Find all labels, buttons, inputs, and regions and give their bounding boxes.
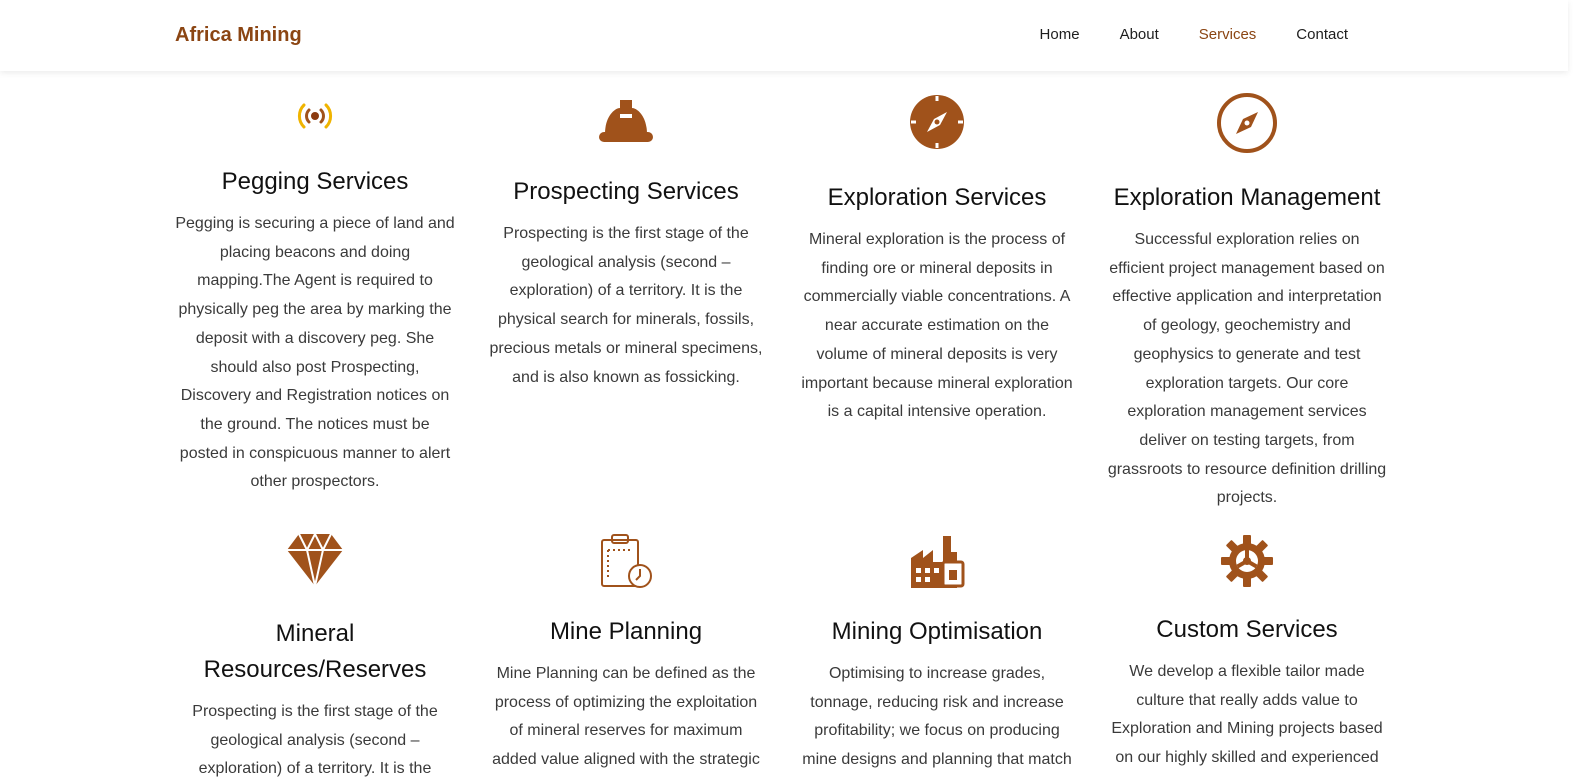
- factory-icon: [911, 536, 965, 588]
- brand-logo[interactable]: Africa Mining: [175, 22, 302, 48]
- service-title: Pegging Services: [221, 168, 409, 195]
- service-title: Exploration Services: [827, 184, 1047, 211]
- nav-menu: Home About Services Contact: [1020, 24, 1368, 46]
- service-description: Mine Planning can be defined as the proc…: [492, 665, 760, 769]
- service-card-prospecting: Prospecting Services Prospecting is the …: [481, 98, 771, 392]
- service-title: Mining Optimisation: [831, 618, 1043, 645]
- nav-home[interactable]: Home: [1020, 24, 1100, 46]
- service-description: Prospecting is the first stage of the ge…: [489, 225, 763, 386]
- broadcast-signal-icon: [297, 103, 333, 129]
- nav-about[interactable]: About: [1100, 24, 1179, 46]
- service-description: Optimising to increase grades, tonnage, …: [802, 665, 1072, 769]
- nav-services[interactable]: Services: [1179, 24, 1277, 46]
- service-description: We develop a flexible tailor made cultur…: [1111, 663, 1383, 767]
- gear-icon: [1221, 535, 1273, 587]
- service-card-mine-planning: Mine Planning Mine Planning can be defin…: [481, 532, 771, 775]
- compass-filled-icon: [910, 95, 964, 149]
- service-description: Successful exploration relies on efficie…: [1107, 231, 1387, 507]
- top-navbar: Africa Mining Home About Services Contac…: [0, 0, 1568, 71]
- service-description: Prospecting is the first stage of the ge…: [192, 703, 438, 778]
- service-title: Mine Planning: [549, 618, 703, 645]
- service-title: Prospecting Services: [513, 178, 739, 205]
- service-card-custom: Custom Services We develop a flexible ta…: [1102, 534, 1392, 773]
- service-card-mining-optimisation: Mining Optimisation Optimising to increa…: [792, 532, 1082, 775]
- service-title: Mineral Resources/Reserves: [203, 620, 427, 683]
- clipboard-clock-icon: [601, 534, 652, 588]
- diamond-icon: [287, 532, 343, 587]
- service-description: Pegging is securing a piece of land and …: [175, 215, 455, 491]
- compass-outline-icon: [1217, 93, 1277, 153]
- service-title: Custom Services: [1156, 616, 1338, 643]
- hard-hat-icon: [599, 100, 653, 142]
- service-description: Mineral exploration is the process of fi…: [801, 231, 1073, 421]
- service-card-exploration-management: Exploration Management Successful explor…: [1102, 92, 1392, 513]
- service-card-exploration: Exploration Services Mineral exploration…: [792, 94, 1082, 427]
- service-card-mineral-resources: Mineral Resources/Reserves Prospecting i…: [170, 532, 460, 784]
- service-card-pegging: Pegging Services Pegging is securing a p…: [170, 94, 460, 497]
- service-title: Exploration Management: [1113, 184, 1381, 211]
- nav-contact[interactable]: Contact: [1276, 24, 1368, 46]
